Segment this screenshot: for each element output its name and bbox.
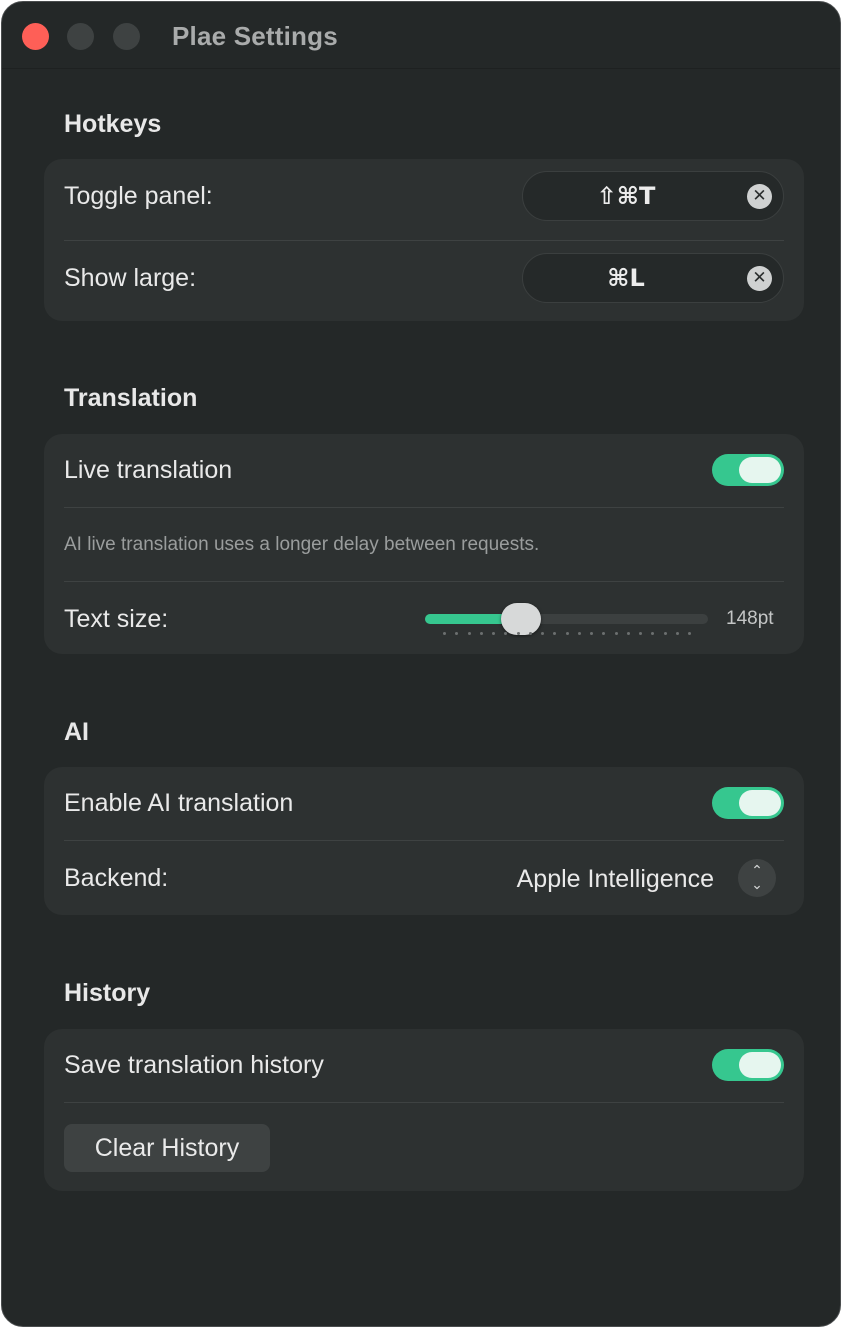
live-translation-label: Live translation — [64, 456, 233, 484]
slider-tick — [480, 632, 483, 635]
enable-ai-toggle[interactable] — [712, 787, 784, 819]
text-size-slider-thumb[interactable] — [501, 603, 541, 635]
translation-card: Live translation AI live translation use… — [44, 434, 804, 654]
clear-history-button[interactable]: Clear History — [64, 1124, 270, 1172]
slider-tick — [688, 632, 691, 635]
divider — [64, 840, 784, 841]
slider-tick — [590, 632, 593, 635]
slider-tick — [602, 632, 605, 635]
show-large-label: Show large: — [64, 264, 197, 292]
show-large-hotkey-value: ⌘L — [607, 264, 645, 292]
backend-popup-value[interactable]: Apple Intelligence — [517, 865, 714, 894]
enable-ai-label: Enable AI translation — [64, 789, 294, 817]
settings-window: Plae Settings Hotkeys Toggle panel: ⇧⌘T … — [1, 1, 841, 1327]
clear-show-large-hotkey-icon[interactable]: ✕ — [747, 266, 772, 291]
toggle-knob — [739, 790, 781, 816]
slider-tick — [504, 632, 507, 635]
text-size-label: Text size: — [64, 605, 169, 633]
slider-tick — [529, 632, 532, 635]
toggle-panel-hotkey-field[interactable]: ⇧⌘T ✕ — [522, 171, 784, 221]
slider-tick — [455, 632, 458, 635]
section-title-hotkeys: Hotkeys — [64, 110, 162, 138]
clear-toggle-panel-hotkey-icon[interactable]: ✕ — [747, 184, 772, 209]
slider-tick — [664, 632, 667, 635]
show-large-hotkey-field[interactable]: ⌘L ✕ — [522, 253, 784, 303]
divider — [64, 1102, 784, 1103]
slider-tick — [676, 632, 679, 635]
slider-tick — [443, 632, 446, 635]
slider-tick — [492, 632, 495, 635]
slider-tick — [517, 632, 520, 635]
slider-tick — [615, 632, 618, 635]
live-translation-note: AI live translation uses a longer delay … — [64, 534, 540, 555]
slider-tick — [578, 632, 581, 635]
slider-tick — [468, 632, 471, 635]
divider — [64, 240, 784, 241]
save-history-toggle[interactable] — [712, 1049, 784, 1081]
slider-tick — [553, 632, 556, 635]
slider-tick — [651, 632, 654, 635]
slider-tick — [627, 632, 630, 635]
section-title-history: History — [64, 979, 151, 1007]
text-size-value: 148pt — [726, 608, 774, 629]
section-title-ai: AI — [64, 718, 89, 746]
divider — [64, 507, 784, 508]
window-title: Plae Settings — [172, 21, 338, 51]
toggle-panel-hotkey-value: ⇧⌘T — [596, 182, 656, 210]
zoom-window-button[interactable] — [113, 23, 140, 50]
minimize-window-button[interactable] — [67, 23, 94, 50]
history-card: Save translation history Clear History — [44, 1029, 804, 1191]
live-translation-toggle[interactable] — [712, 454, 784, 486]
title-bar[interactable]: Plae Settings — [2, 2, 840, 69]
save-history-label: Save translation history — [64, 1051, 324, 1079]
hotkeys-card: Toggle panel: ⇧⌘T ✕ Show large: ⌘L ✕ — [44, 159, 804, 321]
close-window-button[interactable] — [22, 23, 49, 50]
toggle-panel-label: Toggle panel: — [64, 182, 213, 210]
chevron-up-down-icon[interactable]: ⌃ ⌃ — [738, 859, 776, 897]
toggle-knob — [739, 1052, 781, 1078]
divider — [64, 581, 784, 582]
text-size-slider[interactable] — [425, 603, 708, 635]
section-title-translation: Translation — [64, 384, 198, 412]
slider-tick — [639, 632, 642, 635]
ai-card: Enable AI translation Backend: Apple Int… — [44, 767, 804, 915]
backend-label: Backend: — [64, 864, 169, 892]
slider-tick — [541, 632, 544, 635]
toggle-knob — [739, 457, 781, 483]
slider-tick — [566, 632, 569, 635]
